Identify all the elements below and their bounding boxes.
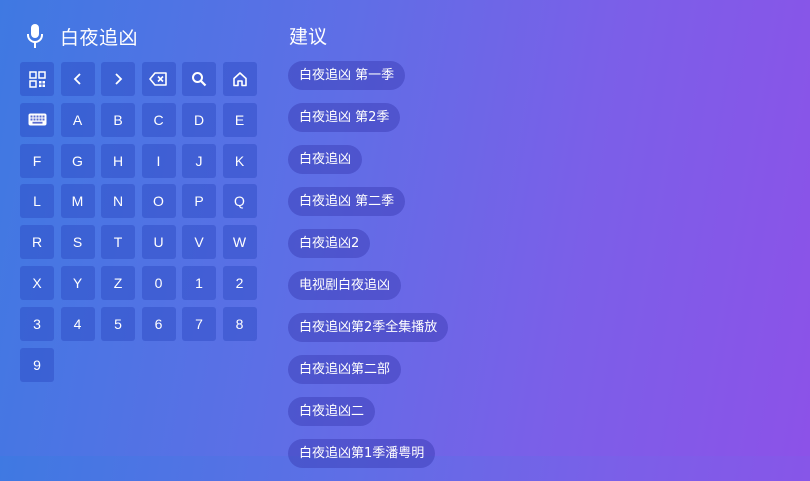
suggestion-chip[interactable]: 白夜追凶2 xyxy=(288,229,371,258)
key-b[interactable]: B xyxy=(101,102,135,137)
key-j[interactable]: J xyxy=(182,143,216,178)
key-0[interactable]: 0 xyxy=(141,265,176,300)
suggestion-chip[interactable]: 白夜追凶二 xyxy=(288,397,376,426)
suggestion-chip[interactable]: 白夜追凶 第一季 xyxy=(288,61,406,90)
microphone-icon[interactable] xyxy=(20,21,50,51)
backspace-key[interactable] xyxy=(141,62,176,96)
key-3[interactable]: 3 xyxy=(20,306,54,341)
key-4[interactable]: 4 xyxy=(60,306,95,341)
key-s[interactable]: S xyxy=(60,225,95,260)
key-7[interactable]: 7 xyxy=(182,306,216,341)
key-h[interactable]: H xyxy=(101,143,135,178)
search-query-text: 白夜追凶 xyxy=(60,26,139,49)
key-q[interactable]: Q xyxy=(222,184,257,219)
key-r[interactable]: R xyxy=(20,225,54,260)
key-2[interactable]: 2 xyxy=(222,265,257,300)
key-c[interactable]: C xyxy=(141,102,176,137)
key-x[interactable]: X xyxy=(20,265,54,300)
suggestions-list: 白夜追凶 第一季 白夜追凶 第2季 白夜追凶 白夜追凶 第二季 白夜追凶2 电视… xyxy=(288,61,449,481)
suggestion-chip[interactable]: 电视剧白夜追凶 xyxy=(288,271,402,300)
keyboard-switch-key[interactable] xyxy=(20,102,54,137)
on-screen-keyboard: A B C D E F G H I J K L M N O P Q R S T … xyxy=(20,62,260,382)
key-t[interactable]: T xyxy=(101,225,135,260)
suggestion-chip[interactable]: 白夜追凶第1季潘粤明 xyxy=(288,439,436,468)
key-8[interactable]: 8 xyxy=(222,306,257,341)
suggestion-chip[interactable]: 白夜追凶 第二季 xyxy=(288,187,406,216)
cursor-left-key[interactable] xyxy=(60,62,95,96)
key-i[interactable]: I xyxy=(141,143,176,178)
key-e[interactable]: E xyxy=(222,102,257,137)
home-icon xyxy=(232,72,247,87)
key-l[interactable]: L xyxy=(20,184,54,219)
home-key[interactable] xyxy=(222,62,257,96)
key-u[interactable]: U xyxy=(141,225,176,260)
cursor-right-key[interactable] xyxy=(101,62,135,96)
key-6[interactable]: 6 xyxy=(141,306,176,341)
chevron-left-icon xyxy=(73,73,81,85)
key-a[interactable]: A xyxy=(60,102,95,137)
suggestion-chip[interactable]: 白夜追凶第二部 xyxy=(288,355,402,384)
key-w[interactable]: W xyxy=(222,225,257,260)
key-k[interactable]: K xyxy=(222,143,257,178)
key-n[interactable]: N xyxy=(101,184,135,219)
key-m[interactable]: M xyxy=(60,184,95,219)
key-z[interactable]: Z xyxy=(101,265,135,300)
qr-code-key[interactable] xyxy=(20,62,54,96)
qr-code-icon xyxy=(28,70,46,88)
search-icon xyxy=(192,72,207,87)
keyboard-icon xyxy=(28,113,46,126)
key-f[interactable]: F xyxy=(20,143,54,178)
key-5[interactable]: 5 xyxy=(101,306,135,341)
chevron-right-icon xyxy=(115,73,123,85)
key-d[interactable]: D xyxy=(182,102,216,137)
key-1[interactable]: 1 xyxy=(182,265,216,300)
key-v[interactable]: V xyxy=(182,225,216,260)
suggestion-chip[interactable]: 白夜追凶 第2季 xyxy=(288,103,401,132)
key-p[interactable]: P xyxy=(182,184,216,219)
key-9[interactable]: 9 xyxy=(20,347,54,382)
backspace-icon xyxy=(149,72,167,86)
key-g[interactable]: G xyxy=(60,143,95,178)
suggestion-chip[interactable]: 白夜追凶第2季全集播放 xyxy=(288,313,449,342)
key-y[interactable]: Y xyxy=(60,265,95,300)
key-o[interactable]: O xyxy=(141,184,176,219)
search-key[interactable] xyxy=(182,62,216,96)
suggestions-title: 建议 xyxy=(289,26,328,48)
search-bar: 白夜追凶 xyxy=(20,20,138,52)
suggestion-chip[interactable]: 白夜追凶 xyxy=(288,145,363,174)
